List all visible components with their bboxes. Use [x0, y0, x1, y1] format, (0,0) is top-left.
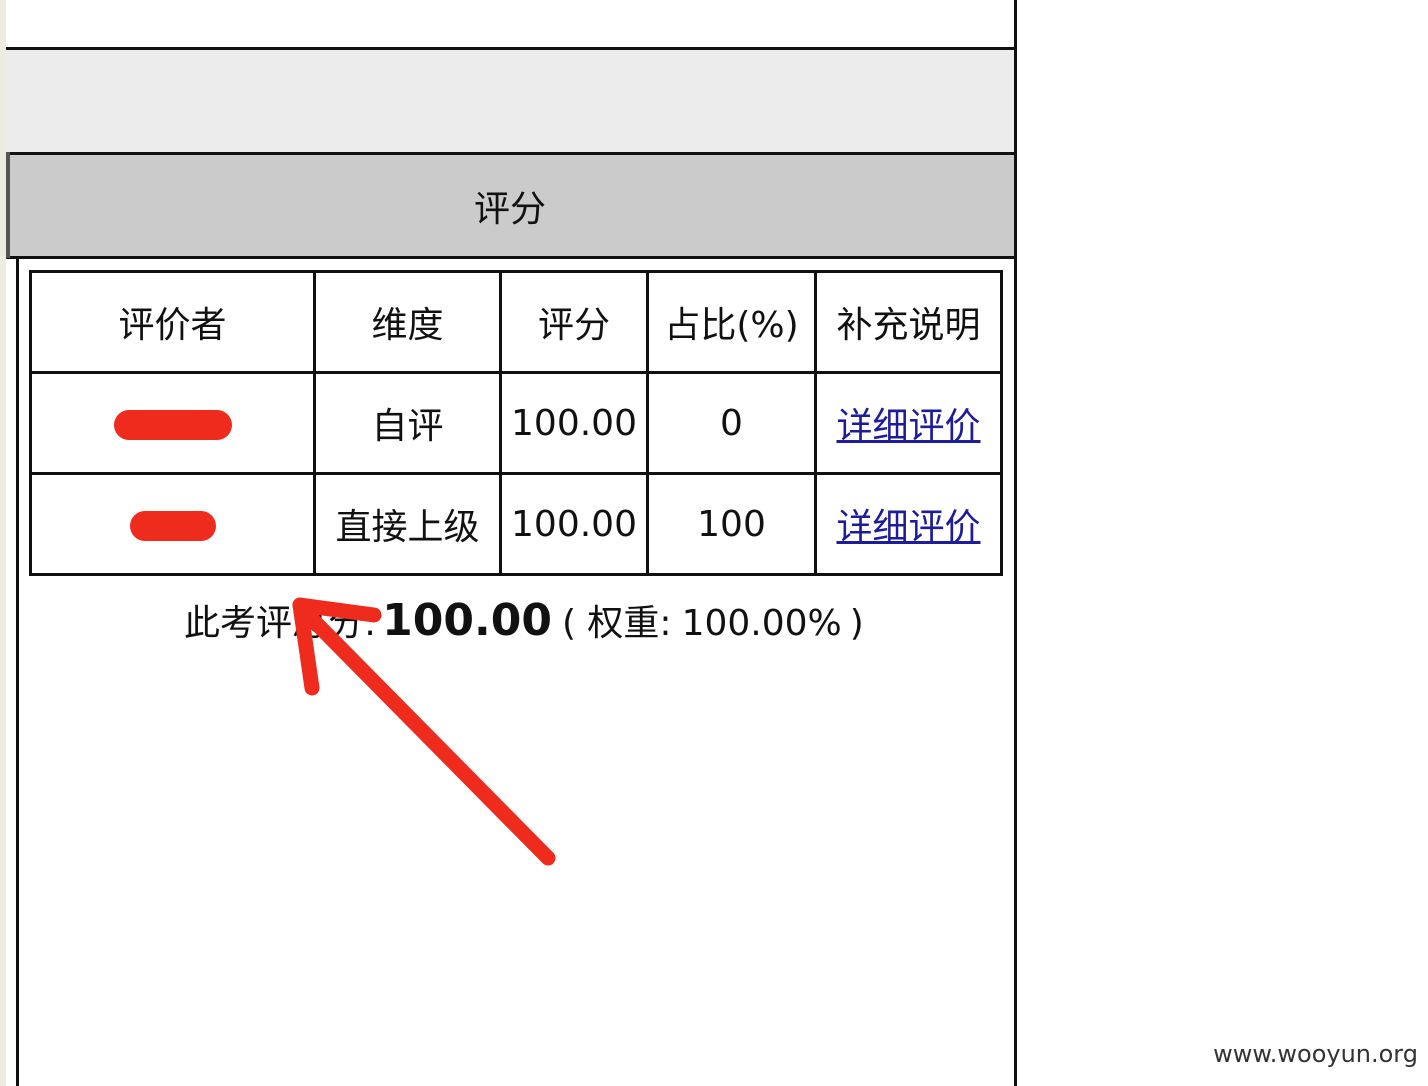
- body-border: [16, 258, 19, 1086]
- detail-cell: 详细评价: [814, 371, 1003, 475]
- column-header-score: 评分: [499, 270, 649, 374]
- total-score-summary: 此考评总分: 100.00 ( 权重: 100.00% ): [184, 594, 864, 646]
- evaluator-cell: [29, 371, 316, 475]
- column-header-evaluator: 评价者: [29, 270, 316, 374]
- score-cell: 100.00: [499, 371, 649, 475]
- table-row: 直接上级 100.00 100 详细评价: [29, 472, 1003, 576]
- detail-cell: 详细评价: [814, 472, 1003, 576]
- redaction-mark: [113, 409, 232, 440]
- dimension-cell: 直接上级: [313, 472, 502, 576]
- weight-label: ( 权重:: [561, 603, 672, 644]
- ratio-cell: 100: [646, 472, 817, 576]
- top-strip: [6, 0, 1014, 50]
- ratio-cell: 0: [646, 371, 817, 475]
- summary-close-paren: ): [849, 603, 864, 644]
- column-header-notes: 补充说明: [814, 270, 1003, 374]
- column-header-dimension: 维度: [313, 270, 502, 374]
- redaction-mark: [129, 510, 216, 541]
- section-header: 评分: [6, 155, 1014, 259]
- evaluator-cell: [29, 472, 316, 576]
- column-header-ratio: 占比(%): [646, 270, 817, 374]
- grey-band: [6, 50, 1014, 155]
- watermark: www.wooyun.org: [1213, 1040, 1418, 1068]
- evaluation-table: 评价者 维度 评分 占比(%) 补充说明 自评 100.00 0 详细评价 直接…: [29, 270, 1003, 576]
- table-header-row: 评价者 维度 评分 占比(%) 补充说明: [29, 270, 1003, 374]
- left-rule: [6, 152, 10, 258]
- total-score-value: 100.00: [382, 595, 552, 646]
- weight-value: 100.00%: [681, 603, 842, 644]
- detail-evaluation-link[interactable]: 详细评价: [836, 507, 980, 548]
- total-score-label: 此考评总分:: [184, 603, 377, 644]
- detail-evaluation-link[interactable]: 详细评价: [836, 406, 980, 447]
- table-row: 自评 100.00 0 详细评价: [29, 371, 1003, 475]
- dimension-cell: 自评: [313, 371, 502, 475]
- score-cell: 100.00: [499, 472, 649, 576]
